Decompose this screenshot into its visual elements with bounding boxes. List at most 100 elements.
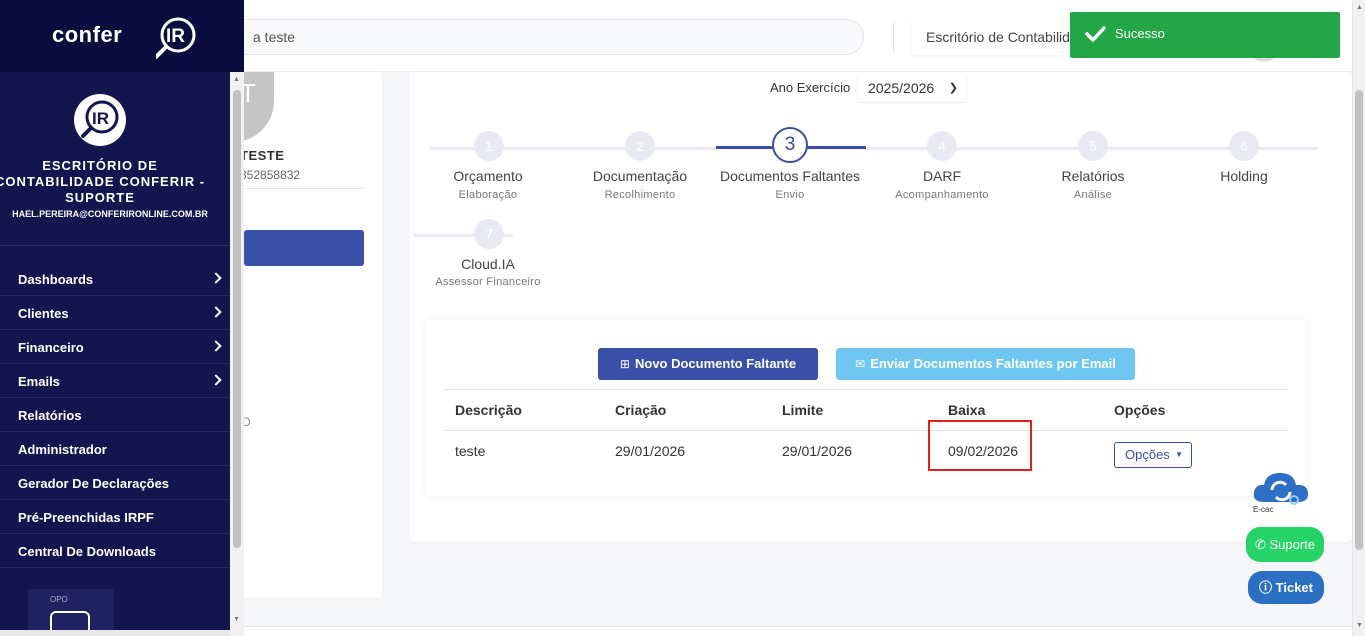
novo-documento-label: Novo Documento Faltante [634,356,797,371]
sidebar-item-label: Pré-Preenchidas IRPF [18,510,154,525]
header-divider [893,22,894,52]
sidebar-nav: Dashboards Clientes Financeiro Emails Re… [0,262,230,568]
sidebar-item-label: Emails [18,374,60,389]
step-2-circle[interactable]: 2 [625,131,655,161]
sidebar-item-financeiro[interactable]: Financeiro [0,330,230,364]
sidebar-item-label: Dashboards [18,272,94,287]
conferir-logo-icon: IR [156,17,196,59]
ano-exercicio-value: 2025/2026 [868,80,935,96]
step-2-title[interactable]: Documentação [565,168,715,184]
step-1-circle[interactable]: 1 [474,131,504,161]
step-4-title[interactable]: DARF [867,168,1017,184]
ano-exercicio-select[interactable]: 2025/2026 ❯ [858,74,966,102]
sidebar-item-label: Gerador De Declarações [18,476,170,491]
user-email: HAEL.PEREIRA@CONFERIRONLINE.COM.BR [12,209,208,219]
client-name: TESTE [240,148,285,163]
sidebar-scrollbar-thumb[interactable] [233,90,241,548]
header-baixa: Baixa [948,402,986,418]
enviar-email-label: Enviar Documentos Faltantes por Email [870,356,1116,371]
org-name: ESCRITÓRIO DE CONTABILIDADE CONFERIR - S… [0,158,206,205]
sidebar-item-pre-preenchidas[interactable]: Pré-Preenchidas IRPF [0,500,230,534]
sidebar-item-emails[interactable]: Emails [0,364,230,398]
ir-logo-text: IR [92,109,109,128]
novo-documento-button[interactable]: ⊞ Novo Documento Faltante [598,348,818,380]
sidebar-item-dashboards[interactable]: Dashboards [0,262,230,296]
plus-square-icon: ⊞ [619,357,630,371]
scroll-up-arrow-icon[interactable]: ▲ [1356,4,1363,11]
step-4-subtitle: Acompanhamento [895,189,989,201]
divider [244,188,364,189]
step-6-title[interactable]: Holding [1169,168,1319,184]
ticket-button[interactable]: ⓘ Ticket [1248,571,1324,604]
page-scrollbar[interactable]: ▲ ▼ [1352,0,1365,636]
scroll-down-arrow-icon[interactable]: ▼ [233,616,240,623]
cell-criacao: 29/01/2026 [615,443,686,459]
sidebar-item-label: Relatórios [18,408,82,423]
table-header-border [445,430,1288,431]
envelope-icon: ✉ [855,357,866,371]
step-7-title[interactable]: Cloud.IA [413,256,563,272]
scrollbar-thumb[interactable] [1355,90,1363,550]
scroll-up-arrow-icon[interactable]: ▲ [233,76,240,83]
badge-text: OPO [50,595,68,604]
chevron-down-icon: ❯ [948,82,958,94]
step-2-subtitle: Recolhimento [604,189,676,201]
client-action-button[interactable] [244,230,364,266]
chevron-right-icon [210,306,222,318]
cell-limite: 29/01/2026 [782,443,853,459]
header-criacao: Criação [615,402,667,418]
suporte-label: Suporte [1269,537,1316,552]
sidebar-item-administrador[interactable]: Administrador [0,432,230,466]
opcoes-dropdown-button[interactable]: Opções ▼ [1114,442,1192,468]
highlight-box [928,420,1032,471]
search-input[interactable]: a teste [200,19,864,55]
cell-descricao: teste [455,443,486,459]
step-1-title[interactable]: Orçamento [413,168,563,184]
header-limite: Limite [782,402,824,418]
brand-logo-text: IR [166,26,185,47]
client-document: 352858832 [240,168,301,182]
caret-down-icon: ▼ [1175,450,1183,459]
chevron-right-icon [210,272,222,284]
ecac-label: E-cac [1253,505,1274,514]
sidebar-divider [0,245,230,246]
sidebar-scrollbar[interactable]: ▲ ▼ [230,72,244,636]
sidebar: confer IR IR ESCRITÓRIO DE CONTABILIDADE… [0,0,244,636]
step-3-subtitle: Envio [775,189,805,201]
enviar-email-button[interactable]: ✉ Enviar Documentos Faltantes por Email [836,348,1135,380]
sidebar-item-label: Clientes [18,306,69,321]
sidebar-item-relatorios[interactable]: Relatórios [0,398,230,432]
step-3-title[interactable]: Documentos Faltantes [715,168,865,184]
step-7-circle[interactable]: 7 [474,219,504,249]
chevron-right-icon [210,374,222,386]
step-connector [430,147,716,150]
sidebar-item-central-downloads[interactable]: Central De Downloads [0,534,230,568]
opcoes-label: Opções [1125,447,1170,462]
page-bottom [245,626,1352,636]
scroll-down-arrow-icon[interactable]: ▼ [1356,622,1363,629]
help-circle-icon: ⓘ [1259,580,1273,595]
sidebar-header: confer IR [0,0,244,72]
step-6-circle[interactable]: 6 [1229,131,1259,161]
check-icon [1085,26,1106,42]
step-4-circle[interactable]: 4 [927,131,957,161]
table-top-border [445,389,1288,390]
step-3-circle[interactable]: 3 [772,127,808,163]
step-7-subtitle: Assessor Financeiro [435,276,541,288]
ano-exercicio-label: Ano Exercício [770,80,851,95]
brand-text: confer [52,22,123,47]
step-1-subtitle: Elaboração [458,189,518,201]
suporte-whatsapp-button[interactable]: ✆ Suporte [1246,527,1324,562]
ir-logo-icon: IR [81,100,119,138]
header-descricao: Descrição [455,402,522,418]
step-5-title[interactable]: Relatórios [1018,168,1168,184]
cloud-sync-icon [1253,473,1308,505]
success-toast[interactable]: Sucesso [1070,12,1340,58]
office-select[interactable]: Escritório de Contabilidade Conferir [912,19,1082,55]
certification-badge: OPO [28,589,114,636]
sidebar-item-clientes[interactable]: Clientes [0,296,230,330]
sidebar-item-gerador-declaracoes[interactable]: Gerador De Declarações [0,466,230,500]
sidebar-horizontal-scrollbar[interactable] [0,630,230,636]
whatsapp-icon: ✆ [1254,537,1266,552]
step-5-circle[interactable]: 5 [1078,131,1108,161]
